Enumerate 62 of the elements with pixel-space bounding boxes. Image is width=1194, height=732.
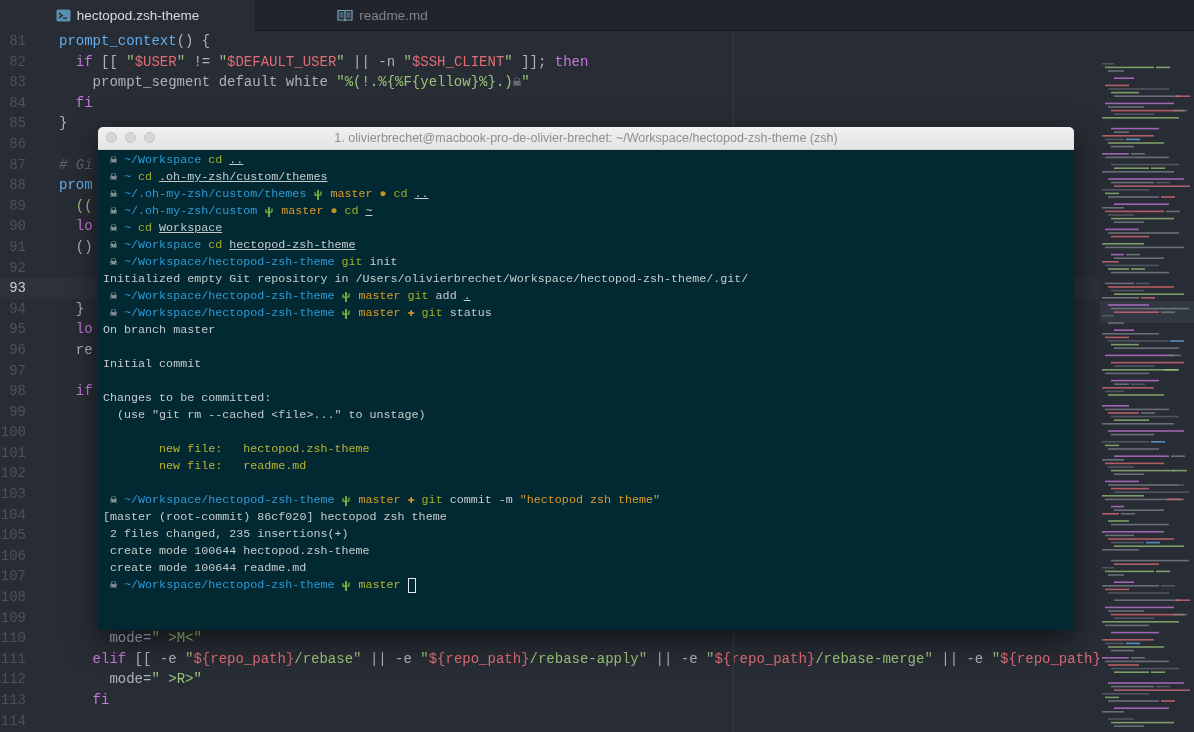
code-line: () bbox=[74, 237, 93, 257]
prompt-text: ☠ ~/Workspace/hectopod-zsh-theme bbox=[110, 577, 335, 594]
code-line: } bbox=[59, 114, 68, 134]
code-line: prompt_segment default white "%(!.%{%F{yellow}%}.)☠" bbox=[91, 73, 530, 93]
book-icon bbox=[337, 8, 354, 22]
prompt-text: master ✚ git status bbox=[358, 305, 492, 322]
terminal-output: new file: readme.md bbox=[159, 458, 307, 475]
terminal-output: Initialized empty Git repository in /Users/olivierbrechet/Workspace/hectopod-zsh-theme/.git/ bbox=[103, 271, 749, 288]
terminal-output: new file: hectopod.zsh-theme bbox=[159, 441, 370, 458]
terminal-icon bbox=[55, 9, 71, 22]
terminal-output: 2 files changed, 235 insertions(+) bbox=[110, 526, 349, 543]
terminal-output: create mode 100644 readme.md bbox=[110, 560, 307, 577]
code-line: } bbox=[74, 299, 85, 319]
code-line: if bbox=[74, 382, 93, 402]
code-line: mode=" >M<" bbox=[108, 629, 202, 649]
prompt-text: master ● cd ~ bbox=[281, 203, 373, 220]
prompt-text: ☠ ~/Workspace cd hectopod-zsh-theme bbox=[110, 237, 356, 254]
prompt-text: ☠ ~/Workspace cd .. bbox=[110, 152, 244, 169]
code-line: (( bbox=[74, 196, 93, 216]
prompt-text: master ✚ git commit -m "hectopod zsh theme" bbox=[358, 492, 661, 509]
prompt-text: ☠ ~ cd Workspace bbox=[110, 220, 223, 237]
cactus-icon bbox=[341, 307, 352, 320]
prompt-text: ☠ ~ cd .oh-my-zsh/custom/themes bbox=[110, 169, 328, 186]
prompt-text: master ● cd .. bbox=[330, 186, 429, 203]
code-line: elif [[ -e "${repo_path}/rebase" || -e "${repo_path}/rebase-apply" || -e "${repo_path}/rebase-merge" || -e "${repo_path} bbox=[91, 649, 1100, 669]
cursor bbox=[407, 578, 416, 593]
window-button[interactable] bbox=[106, 132, 117, 143]
cactus-icon bbox=[341, 290, 352, 303]
code-line: prompt_context() { bbox=[59, 32, 211, 51]
code-line: lo bbox=[74, 217, 93, 237]
prompt-text: master git add . bbox=[358, 288, 471, 305]
cactus-icon bbox=[264, 205, 275, 218]
prompt-text: ☠ ~/.oh-my-zsh/custom/themes bbox=[110, 186, 307, 203]
terminal-output: [master (root-commit) 86cf020] hectopod zsh theme bbox=[103, 509, 447, 526]
cactus-icon bbox=[341, 579, 352, 592]
terminal-output: Changes to be committed: bbox=[103, 390, 272, 407]
cactus-icon bbox=[341, 494, 352, 507]
window-title: 1. olivierbrechet@macbook-pro-de-olivier-brechet: ~/Workspace/hectopod-zsh-theme (zsh) bbox=[334, 131, 838, 145]
window-button[interactable] bbox=[125, 132, 136, 143]
code-line: lo bbox=[74, 320, 93, 340]
terminal-output: Initial commit bbox=[103, 356, 202, 373]
terminal-output: create mode 100644 hectopod.zsh-theme bbox=[110, 543, 370, 560]
window-button[interactable] bbox=[144, 132, 155, 143]
terminal-output: On branch master bbox=[103, 322, 216, 339]
terminal-output: (use "git rm --cached <file>..." to unstage) bbox=[117, 407, 426, 424]
code-line: if [[ "$USER" != "$DEFAULT_USER" || -n "$SSH_CLIENT" ]]; then bbox=[74, 52, 589, 72]
prompt-text: ☠ ~/Workspace/hectopod-zsh-theme git init bbox=[110, 254, 398, 271]
prompt-text: ☠ ~/Workspace/hectopod-zsh-theme bbox=[110, 305, 335, 322]
prompt-text: ☠ ~/.oh-my-zsh/custom bbox=[110, 203, 258, 220]
prompt-text: master bbox=[358, 577, 401, 594]
code-line: re bbox=[74, 340, 93, 360]
editor-tab[interactable]: hectopod.zsh-theme bbox=[0, 0, 255, 31]
editor-tab[interactable]: readme.md bbox=[255, 0, 510, 30]
cactus-icon bbox=[313, 188, 324, 201]
code-line: prom bbox=[59, 176, 93, 196]
code-line: # Gi bbox=[59, 155, 93, 175]
code-line: mode=" >R>" bbox=[108, 670, 202, 690]
prompt-text: ☠ ~/Workspace/hectopod-zsh-theme bbox=[110, 288, 335, 305]
code-line: fi bbox=[91, 691, 110, 710]
prompt-text: ☠ ~/Workspace/hectopod-zsh-theme bbox=[110, 492, 335, 509]
line-number: 93 bbox=[8, 279, 26, 299]
code-line: fi bbox=[74, 93, 93, 113]
